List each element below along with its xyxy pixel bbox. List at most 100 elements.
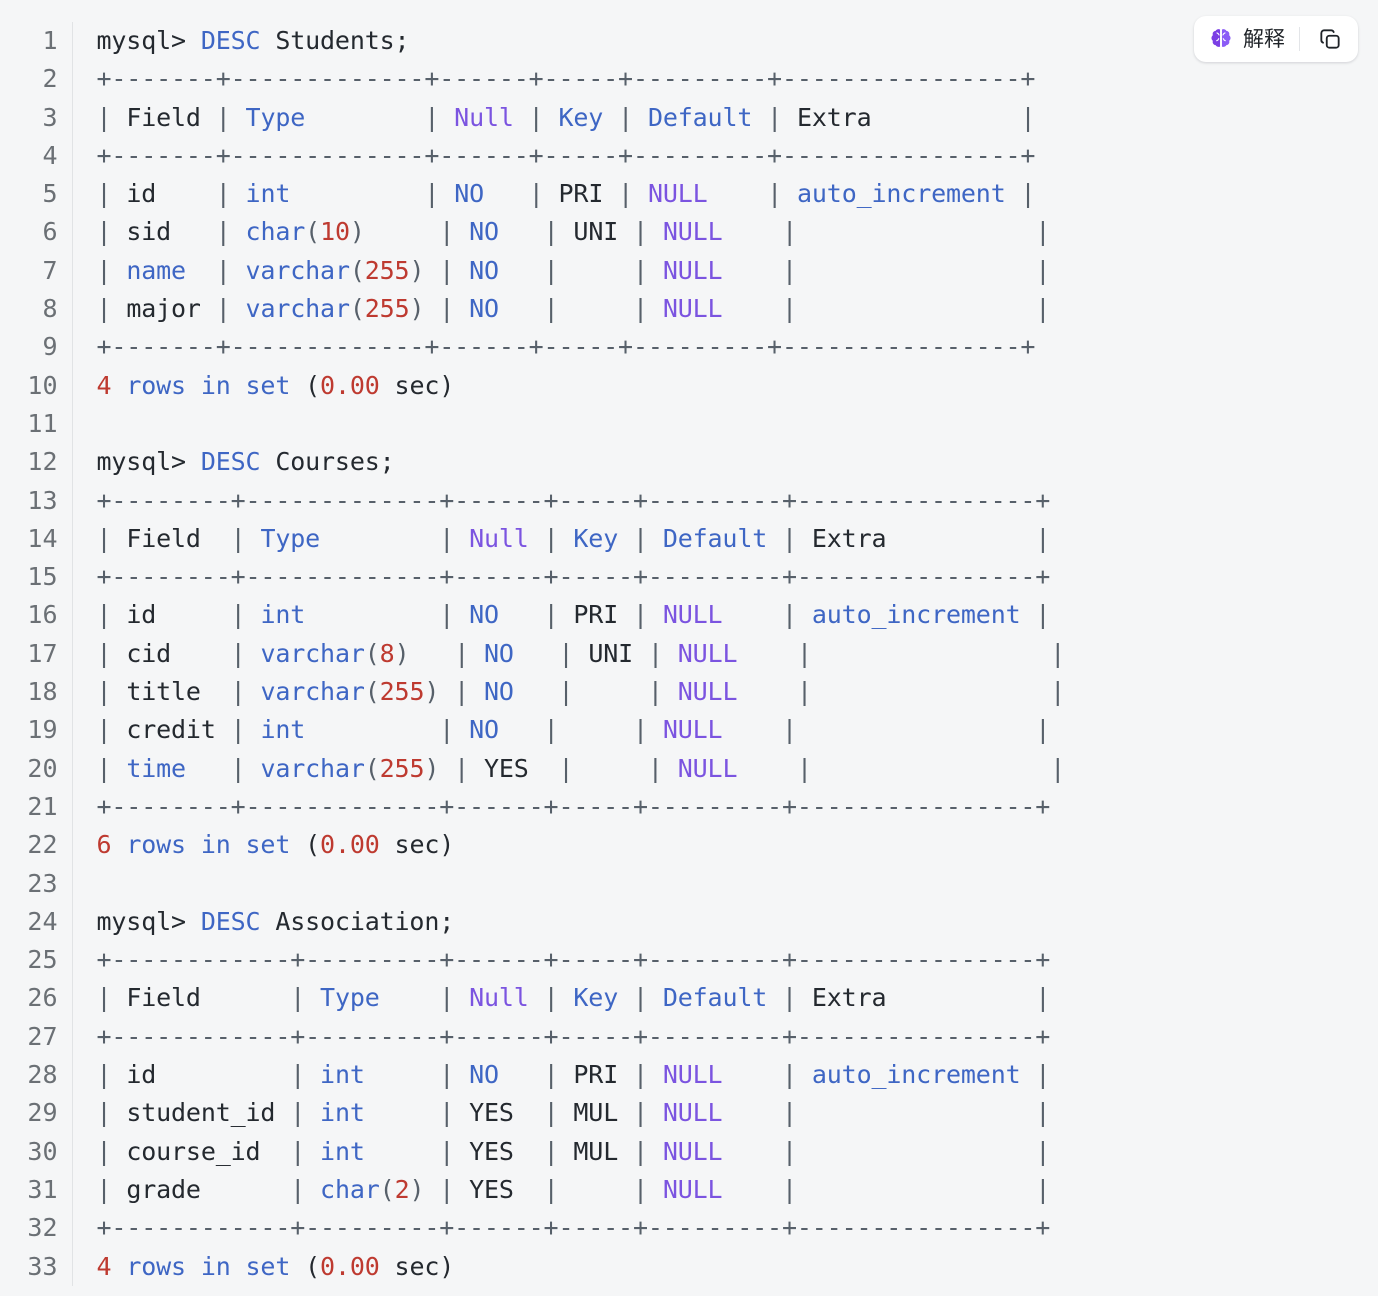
explain-button[interactable]: 解释 xyxy=(1206,24,1293,54)
code-token: Field xyxy=(126,983,201,1012)
brain-icon xyxy=(1208,26,1234,52)
code-line-content[interactable]: | sid | char(10) | NO | UNI | NULL | | xyxy=(72,213,1378,251)
code-line-content[interactable]: | grade | char(2) | YES | | NULL | | xyxy=(72,1171,1378,1209)
line-number: 13 xyxy=(0,482,72,520)
code-token: NULL xyxy=(678,639,738,668)
code-line-content[interactable]: | course_id | int | YES | MUL | NULL | | xyxy=(72,1133,1378,1171)
copy-button[interactable] xyxy=(1312,23,1348,55)
code-token: | xyxy=(424,1175,469,1204)
code-line-content[interactable]: +-------+-------------+------+-----+----… xyxy=(72,328,1378,366)
code-line-content[interactable]: | major | varchar(255) | NO | | NULL | | xyxy=(72,290,1378,328)
code-token: | xyxy=(97,715,127,744)
code-token: +--------+-------------+------+-----+---… xyxy=(97,562,1051,591)
code-token: | xyxy=(260,1137,320,1166)
code-token: | xyxy=(499,217,574,246)
code-token: 8 xyxy=(380,639,395,668)
code-line-content[interactable]: +------------+---------+------+-----+---… xyxy=(72,941,1378,979)
code-token: ) xyxy=(424,754,439,783)
code-line-content[interactable]: +-------+-------------+------+-----+----… xyxy=(72,137,1378,175)
code-token: 255 xyxy=(365,294,410,323)
code-token: | xyxy=(514,639,589,668)
line-number: 20 xyxy=(0,750,72,788)
code-line-content[interactable] xyxy=(72,865,1378,903)
code-token: | xyxy=(499,1060,574,1089)
code-line: 16| id | int | NO | PRI | NULL | auto_in… xyxy=(0,596,1378,634)
code-line-content[interactable]: | cid | varchar(8) | NO | UNI | NULL | | xyxy=(72,635,1378,673)
code-token: | xyxy=(97,1060,127,1089)
code-line-content[interactable]: +--------+-------------+------+-----+---… xyxy=(72,482,1378,520)
code-line: 26| Field | Type | Null | Key | Default … xyxy=(0,979,1378,1017)
code-token: Field xyxy=(126,524,201,553)
code-line-content[interactable]: | id | int | NO | PRI | NULL | auto_incr… xyxy=(72,596,1378,634)
code-line-content[interactable]: mysql> DESC Students; xyxy=(72,22,1378,60)
code-token: credit xyxy=(126,715,215,744)
code-token: ( xyxy=(365,754,380,783)
line-number: 23 xyxy=(0,865,72,903)
code-token: NO xyxy=(469,715,499,744)
code-line-content[interactable]: | credit | int | NO | | NULL | | xyxy=(72,711,1378,749)
code-token: | xyxy=(97,983,127,1012)
code-line-content[interactable]: +--------+-------------+------+-----+---… xyxy=(72,558,1378,596)
code-token: cid xyxy=(126,639,171,668)
code-token: ( xyxy=(290,1252,320,1281)
code-line-content[interactable]: 6 rows in set (0.00 sec) xyxy=(72,826,1378,864)
line-number: 12 xyxy=(0,443,72,481)
code-token: +--------+-------------+------+-----+---… xyxy=(97,792,1051,821)
code-token: | xyxy=(365,1098,469,1127)
code-token: YES xyxy=(469,1137,514,1166)
code-token: Null xyxy=(454,103,514,132)
code-line-content[interactable]: mysql> DESC Courses; xyxy=(72,443,1378,481)
code-line-content[interactable]: | Field | Type | Null | Key | Default | … xyxy=(72,520,1378,558)
code-token: ) xyxy=(395,639,410,668)
code-line-content[interactable]: +------------+---------+------+-----+---… xyxy=(72,1018,1378,1056)
line-number: 4 xyxy=(0,137,72,175)
code-token: PRI xyxy=(573,600,618,629)
copy-icon xyxy=(1317,26,1343,52)
code-token: varchar xyxy=(260,639,364,668)
code-token: NO xyxy=(484,677,514,706)
code-token: ( xyxy=(290,830,320,859)
code-line-content[interactable]: | student_id | int | YES | MUL | NULL | … xyxy=(72,1094,1378,1132)
code-token: | xyxy=(97,1137,127,1166)
code-line: 17| cid | varchar(8) | NO | UNI | NULL |… xyxy=(0,635,1378,673)
code-line-content[interactable]: | title | varchar(255) | NO | | NULL | | xyxy=(72,673,1378,711)
code-line-content[interactable]: +------------+---------+------+-----+---… xyxy=(72,1209,1378,1247)
code-token: | xyxy=(97,677,127,706)
code-line-content[interactable]: | Field | Type | Null | Key | Default | … xyxy=(72,979,1378,1017)
code-line-content[interactable]: | id | int | NO | PRI | NULL | auto_incr… xyxy=(72,1056,1378,1094)
code-token: | xyxy=(156,600,260,629)
code-token: | xyxy=(633,639,678,668)
code-line-content[interactable]: 4 rows in set (0.00 sec) xyxy=(72,1248,1378,1286)
code-token: | | xyxy=(529,754,678,783)
code-token: NULL xyxy=(663,217,723,246)
code-token: int xyxy=(260,600,305,629)
code-token: UNI xyxy=(573,217,618,246)
code-token: | xyxy=(514,1137,574,1166)
code-line-content[interactable]: | name | varchar(255) | NO | | NULL | | xyxy=(72,252,1378,290)
code-token: varchar xyxy=(246,294,350,323)
code-token: | | xyxy=(722,256,1050,285)
code-token: mysql> xyxy=(97,447,201,476)
code-token: Type xyxy=(246,103,306,132)
line-number: 19 xyxy=(0,711,72,749)
code-line-content[interactable] xyxy=(72,405,1378,443)
line-number: 27 xyxy=(0,1018,72,1056)
code-token: | xyxy=(97,524,127,553)
code-token: NULL xyxy=(663,1175,723,1204)
code-line-content[interactable]: +--------+-------------+------+-----+---… xyxy=(72,788,1378,826)
code-line-content[interactable]: mysql> DESC Association; xyxy=(72,903,1378,941)
code-line-content[interactable]: | time | varchar(255) | YES | | NULL | | xyxy=(72,750,1378,788)
code-token: ) xyxy=(409,1175,424,1204)
code-token: | xyxy=(97,103,127,132)
code-block[interactable]: 1mysql> DESC Students;2+-------+--------… xyxy=(0,0,1378,1296)
code-token: student_id xyxy=(126,1098,275,1127)
code-line-content[interactable]: | id | int | NO | PRI | NULL | auto_incr… xyxy=(72,175,1378,213)
code-token: | xyxy=(603,179,648,208)
code-line: 13+--------+-------------+------+-----+-… xyxy=(0,482,1378,520)
code-line-content[interactable]: 4 rows in set (0.00 sec) xyxy=(72,367,1378,405)
code-line-content[interactable]: | Field | Type | Null | Key | Default | … xyxy=(72,99,1378,137)
code-token: | xyxy=(201,294,246,323)
code-token: | xyxy=(156,1060,320,1089)
code-token: varchar xyxy=(260,754,364,783)
code-line-content[interactable]: +-------+-------------+------+-----+----… xyxy=(72,60,1378,98)
